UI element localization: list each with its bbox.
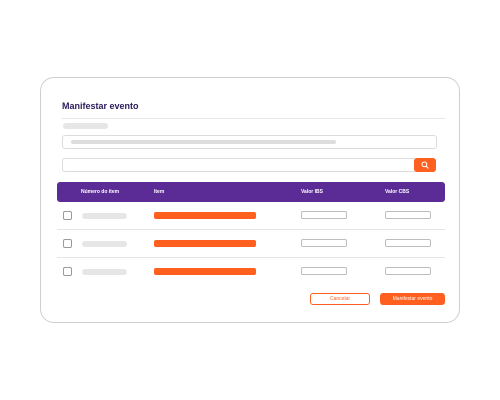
manifestar-evento-dialog: Manifestar evento Número do item Item Va…	[40, 77, 460, 323]
table-header: Número do item Item Valor IBS Valor CBS	[57, 182, 445, 202]
table-row	[57, 230, 445, 258]
valor-cbs-input[interactable]	[385, 239, 431, 247]
valor-cbs-input[interactable]	[385, 267, 431, 275]
search-button[interactable]	[414, 158, 436, 172]
table-row	[57, 202, 445, 230]
dialog-title: Manifestar evento	[62, 101, 139, 111]
column-header-valor-ibs: Valor IBS	[301, 189, 323, 195]
valor-cbs-input[interactable]	[385, 211, 431, 219]
item-number-placeholder	[82, 269, 127, 275]
select-value-placeholder	[71, 140, 336, 144]
valor-ibs-input[interactable]	[301, 267, 347, 275]
item-number-placeholder	[82, 213, 127, 219]
field-label-placeholder	[63, 123, 108, 129]
title-divider	[62, 118, 445, 119]
valor-ibs-input[interactable]	[301, 211, 347, 219]
search-icon	[421, 161, 429, 169]
row-checkbox[interactable]	[63, 267, 72, 276]
search-input[interactable]	[62, 158, 415, 172]
column-header-valor-cbs: Valor CBS	[385, 189, 410, 195]
manifestar-evento-button[interactable]: Manifestar evento	[380, 293, 445, 305]
row-checkbox[interactable]	[63, 211, 72, 220]
item-placeholder-bar	[154, 268, 256, 275]
row-checkbox[interactable]	[63, 239, 72, 248]
cancel-button[interactable]: Cancelar	[310, 293, 370, 305]
table-row	[57, 258, 445, 286]
event-select-field[interactable]	[62, 135, 437, 149]
item-placeholder-bar	[154, 212, 256, 219]
item-number-placeholder	[82, 241, 127, 247]
column-header-item: Item	[154, 189, 165, 195]
column-header-numero-do-item: Número do item	[81, 189, 120, 195]
item-placeholder-bar	[154, 240, 256, 247]
search-bar	[62, 158, 437, 172]
valor-ibs-input[interactable]	[301, 239, 347, 247]
